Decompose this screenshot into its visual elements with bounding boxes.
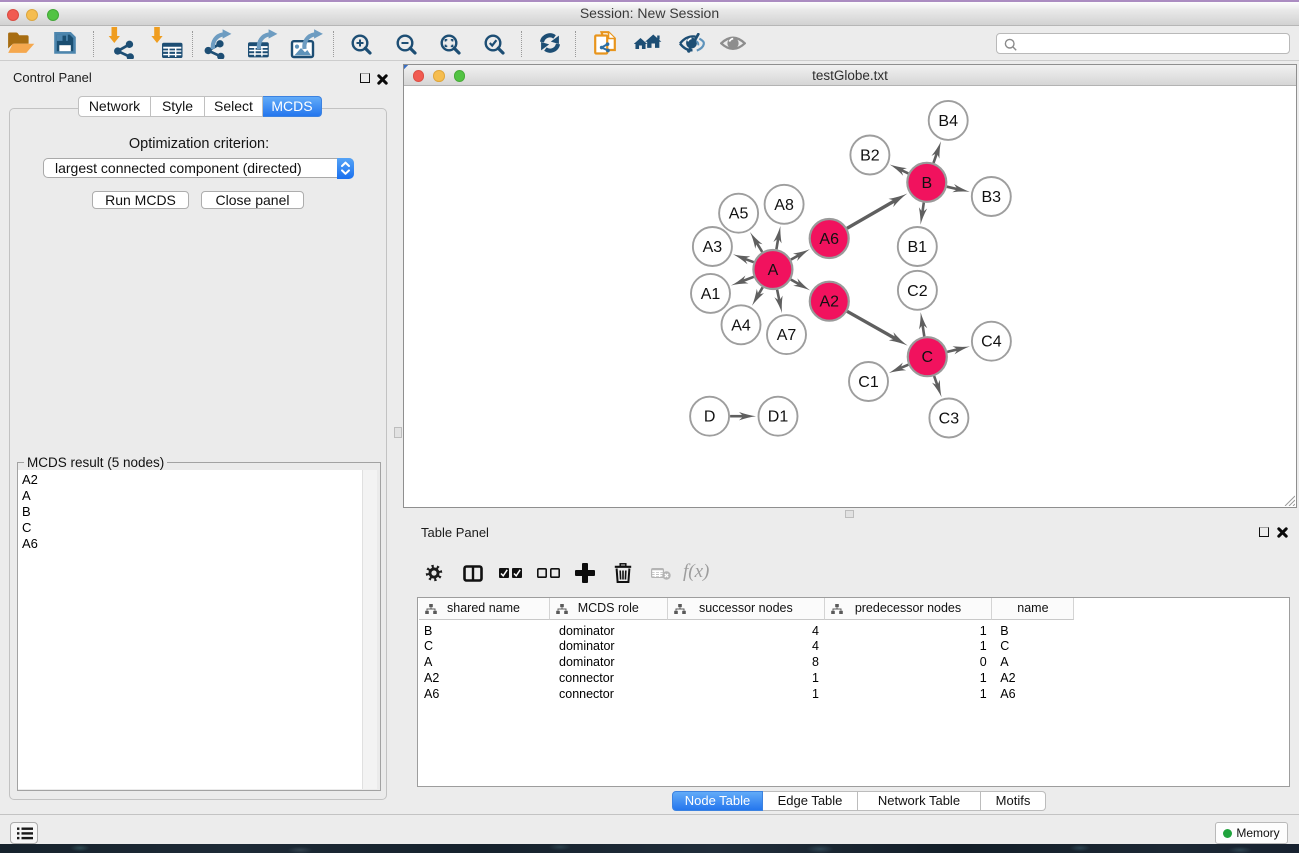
svg-text:C: C xyxy=(922,349,934,366)
svg-text:C3: C3 xyxy=(939,411,960,428)
svg-text:A4: A4 xyxy=(731,317,751,334)
svg-text:A5: A5 xyxy=(729,206,749,223)
svg-text:D: D xyxy=(704,409,716,426)
svg-text:C1: C1 xyxy=(858,374,879,391)
svg-text:A8: A8 xyxy=(774,197,794,214)
svg-text:B4: B4 xyxy=(938,113,958,130)
svg-text:C4: C4 xyxy=(981,334,1002,351)
svg-text:B3: B3 xyxy=(982,189,1002,206)
svg-text:A6: A6 xyxy=(819,231,839,248)
svg-text:B1: B1 xyxy=(908,239,928,256)
svg-text:B: B xyxy=(921,175,932,192)
svg-text:D1: D1 xyxy=(768,409,789,426)
svg-text:C2: C2 xyxy=(907,283,928,300)
svg-text:A2: A2 xyxy=(820,294,840,311)
svg-text:A7: A7 xyxy=(777,327,797,344)
svg-text:A1: A1 xyxy=(701,286,721,303)
svg-text:B2: B2 xyxy=(860,148,880,165)
svg-text:A: A xyxy=(768,262,779,279)
svg-text:A3: A3 xyxy=(703,239,723,256)
